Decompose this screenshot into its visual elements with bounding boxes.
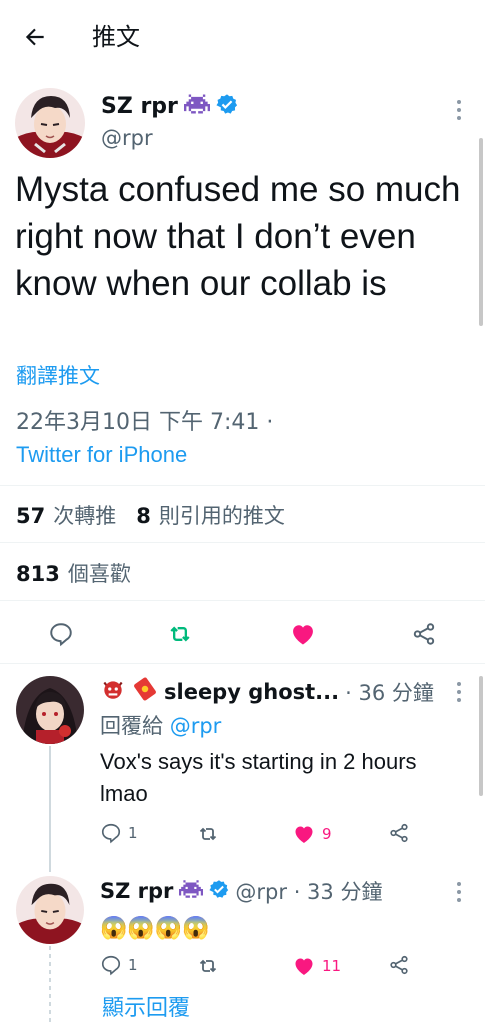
reply-header: sleepy ghost... · 36 分鐘 <box>100 676 434 707</box>
back-button[interactable] <box>18 20 52 54</box>
more-options-icon[interactable] <box>456 100 462 120</box>
reply-button[interactable]: 1 <box>100 822 138 844</box>
like-heart-icon[interactable] <box>289 620 317 648</box>
reply-icon <box>101 823 121 844</box>
retweet-button[interactable] <box>196 822 226 846</box>
more-options-icon[interactable] <box>456 682 462 702</box>
share-icon <box>390 955 408 975</box>
reply-header: SZ rpr @rpr · 33 分鐘 <box>100 876 382 906</box>
tweet-client-link[interactable]: Twitter for iPhone <box>16 442 187 468</box>
space-invader-emoji-icon <box>179 879 204 904</box>
reply-meta[interactable]: · 36 分鐘 <box>345 677 434 707</box>
thread-line <box>49 746 51 872</box>
retweet-label[interactable]: 次轉推 <box>53 500 116 530</box>
reply-avatar[interactable] <box>16 876 84 944</box>
reply-text: 😱😱😱😱 <box>100 915 210 940</box>
tweet-timestamp[interactable]: 22年3月10日 下午 7:41 · <box>16 404 273 436</box>
red-envelope-emoji-icon <box>132 676 158 707</box>
retweet-quote-stats: 57 次轉推 8 則引用的推文 <box>16 500 285 530</box>
retweet-count[interactable]: 57 <box>16 504 45 528</box>
reply-author-name[interactable]: sleepy ghost... <box>164 680 339 704</box>
reply-count: 1 <box>128 956 138 974</box>
author-avatar[interactable] <box>15 88 85 158</box>
retweet-icon <box>199 827 217 841</box>
divider <box>0 542 485 543</box>
like-button[interactable]: 9 <box>292 822 332 846</box>
space-invader-emoji-icon <box>183 93 210 119</box>
reply-text: Vox's says it's starting in 2 hours lmao <box>100 749 417 806</box>
author-handle[interactable]: @rpr <box>101 126 153 150</box>
scrollbar-thumb[interactable] <box>479 676 483 796</box>
reply-icon[interactable] <box>47 620 75 648</box>
like-heart-icon <box>295 958 313 975</box>
quote-count[interactable]: 8 <box>136 504 151 528</box>
more-options-icon[interactable] <box>456 882 462 902</box>
reply-meta[interactable]: @rpr · 33 分鐘 <box>235 876 382 906</box>
verified-badge-icon <box>209 879 229 904</box>
like-stats: 813 個喜歡 <box>16 558 131 588</box>
show-replies-link[interactable]: 顯示回覆 <box>102 990 190 1022</box>
ogre-emoji-icon <box>100 676 126 707</box>
reply-count: 1 <box>128 824 138 842</box>
retweet-icon[interactable] <box>166 620 194 648</box>
share-button[interactable] <box>388 954 410 976</box>
divider <box>0 663 485 664</box>
reply-avatar[interactable] <box>16 676 84 744</box>
author-name[interactable]: SZ rpr <box>101 94 178 119</box>
retweet-icon <box>199 959 217 973</box>
arrow-left-icon <box>25 28 44 46</box>
reply-to-prefix: 回覆給 <box>100 714 163 738</box>
like-count: 9 <box>322 825 332 843</box>
divider <box>0 485 485 486</box>
reply-to-handle[interactable]: @rpr <box>170 714 222 738</box>
reply-author-name[interactable]: SZ rpr <box>100 879 173 903</box>
like-label[interactable]: 個喜歡 <box>68 558 131 588</box>
scrollbar-thumb[interactable] <box>479 138 483 326</box>
share-icon <box>390 823 408 843</box>
tweet-text: Mysta confused me so much right now that… <box>15 170 461 303</box>
like-count[interactable]: 813 <box>16 562 60 586</box>
verified-badge-icon <box>216 93 238 119</box>
tweet-action-bar <box>0 612 485 652</box>
retweet-button[interactable] <box>196 954 226 978</box>
like-heart-icon <box>295 826 313 843</box>
like-button[interactable]: 11 <box>292 954 341 978</box>
quote-label[interactable]: 則引用的推文 <box>159 500 285 530</box>
author-name-row: SZ rpr <box>101 90 238 122</box>
translate-tweet-link[interactable]: 翻譯推文 <box>16 360 100 390</box>
reply-to-line: 回覆給 @rpr <box>100 710 221 740</box>
share-button[interactable] <box>388 822 410 844</box>
like-count: 11 <box>322 957 342 975</box>
reply-button[interactable]: 1 <box>100 954 138 976</box>
share-icon[interactable] <box>410 620 438 648</box>
thread-line-dotted <box>49 946 51 1024</box>
divider <box>0 600 485 601</box>
page-title: 推文 <box>92 23 140 51</box>
reply-icon <box>101 955 121 976</box>
